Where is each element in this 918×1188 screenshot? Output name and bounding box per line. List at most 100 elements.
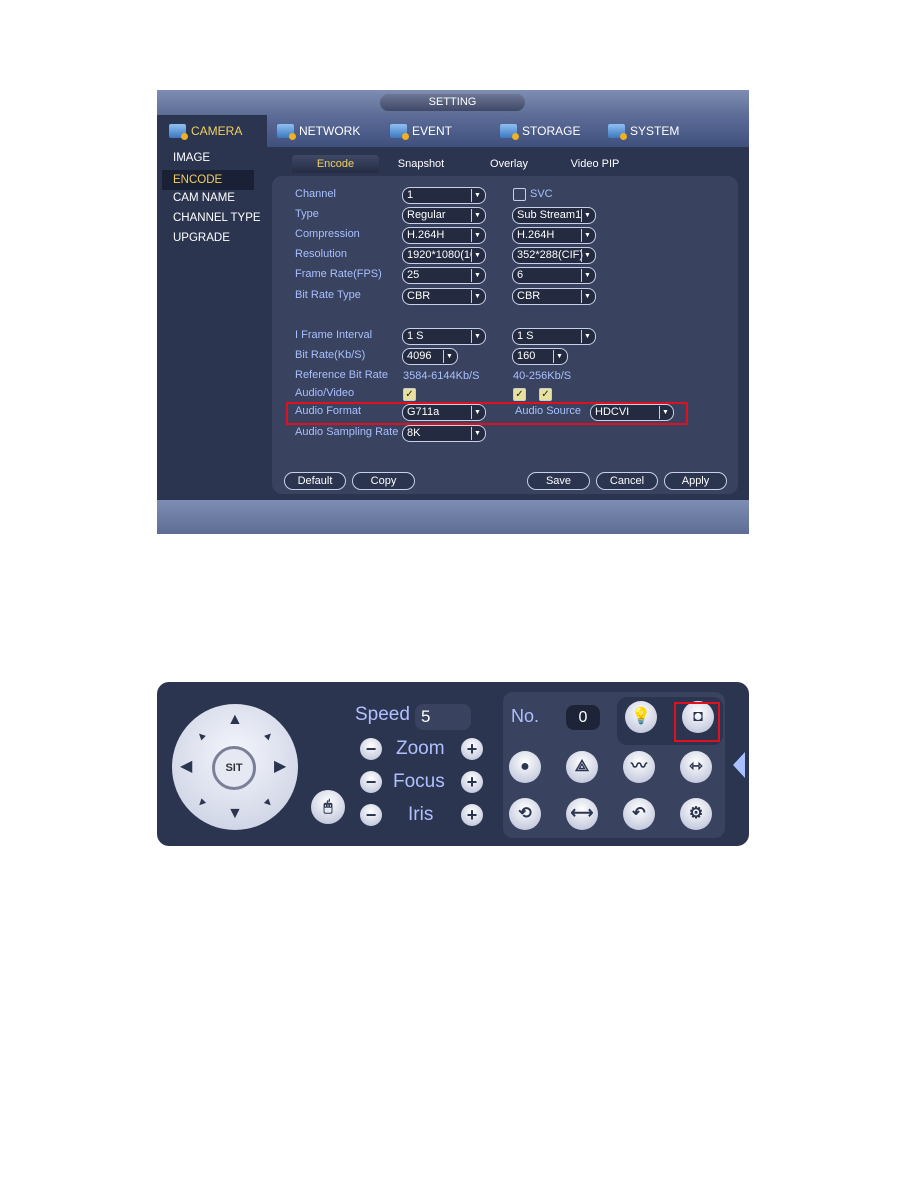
bit-rate-main-dropdown[interactable]: 4096 ▼ (402, 348, 458, 365)
collapse-arrow-icon[interactable] (733, 752, 745, 778)
arrow-up-left-icon[interactable]: ▲ (192, 726, 211, 745)
ref-bit-rate-main: 3584-6144Kb/S (403, 370, 480, 382)
focus-plus-button[interactable]: + (461, 771, 483, 793)
audio-sampling-dropdown[interactable]: 8K ▼ (402, 425, 486, 442)
tab-storage[interactable]: STORAGE (500, 115, 580, 147)
dropdown-value: H.264H (407, 229, 445, 241)
flip-icon[interactable]: ↶ (623, 798, 655, 830)
menu-upgrade[interactable]: UPGRADE (173, 232, 230, 244)
iris-minus-button[interactable]: − (360, 804, 382, 826)
label-i-frame: I Frame Interval (295, 329, 373, 341)
compression-sub-dropdown[interactable]: H.264H ▼ (512, 227, 596, 244)
i-frame-main-dropdown[interactable]: 1 S ▼ (402, 328, 486, 345)
pattern-icon[interactable]: 〰 (623, 751, 655, 783)
dropdown-value: 25 (407, 269, 420, 281)
compression-main-dropdown[interactable]: H.264H ▼ (402, 227, 486, 244)
dropdown-value: 1920*1080(10 (407, 249, 477, 261)
storage-icon (500, 124, 519, 140)
ref-bit-rate-sub: 40-256Kb/S (513, 370, 572, 382)
mouse-icon[interactable]: 🖱 (311, 790, 345, 824)
subtab-video-pip[interactable]: Video PIP (563, 155, 627, 173)
light-icon[interactable]: 💡 (625, 701, 657, 733)
menu-encode[interactable]: ENCODE (162, 170, 254, 190)
preset-icon[interactable]: ● (509, 751, 541, 783)
frame-rate-main-dropdown[interactable]: 25 ▼ (402, 267, 486, 284)
tab-event[interactable]: EVENT (390, 115, 452, 147)
dropdown-value: 1 (407, 189, 414, 201)
arrow-up-right-icon[interactable]: ▲ (259, 726, 278, 745)
arrow-up-icon[interactable]: ▲ (227, 712, 243, 728)
svc-checkbox[interactable] (513, 188, 526, 201)
i-frame-sub-dropdown[interactable]: 1 S ▼ (512, 328, 596, 345)
iris-plus-button[interactable]: + (461, 804, 483, 826)
no-label: No. (511, 706, 540, 726)
channel-dropdown[interactable]: 1 ▼ (402, 187, 486, 204)
subtab-snapshot[interactable]: Snapshot (389, 155, 453, 173)
tab-network[interactable]: NETWORK (277, 115, 360, 147)
label-bit-rate-type: Bit Rate Type (295, 289, 361, 301)
type-main-dropdown[interactable]: Regular ▼ (402, 207, 486, 224)
zoom-minus-button[interactable]: − (360, 738, 382, 760)
chevron-down-icon: ▼ (581, 249, 593, 262)
bit-rate-sub-dropdown[interactable]: 160 ▼ (512, 348, 568, 365)
wiper-highlight-box (674, 702, 720, 742)
speed-input[interactable]: 5 (415, 704, 471, 730)
pan-icon[interactable]: ⟷ (566, 798, 598, 830)
chevron-down-icon: ▼ (553, 350, 565, 363)
type-sub-dropdown[interactable]: Sub Stream1 ▼ (512, 207, 596, 224)
iris-label: Iris (408, 804, 434, 825)
subtab-encode[interactable]: Encode (292, 155, 379, 173)
menu-channel-type[interactable]: CHANNEL TYPE (173, 212, 261, 224)
scan-icon[interactable]: ⇿ (680, 751, 712, 783)
network-icon (277, 124, 296, 140)
resolution-main-dropdown[interactable]: 1920*1080(10 ▼ (402, 247, 486, 264)
tour-icon[interactable]: ⟁ (566, 751, 598, 783)
label-resolution: Resolution (295, 248, 347, 260)
arrow-down-icon[interactable]: ▼ (227, 806, 243, 822)
apply-button[interactable]: Apply (664, 472, 727, 490)
arrow-left-icon[interactable]: ◀ (180, 759, 192, 775)
bit-rate-type-sub-dropdown[interactable]: CBR ▼ (512, 288, 596, 305)
chevron-down-icon: ▼ (581, 269, 593, 282)
settings-icon[interactable]: ⚙ (680, 798, 712, 830)
sit-button[interactable]: SIT (212, 746, 256, 790)
ptz-control-screenshot: ▲ ▼ ◀ ▶ ▲ ▲ ▼ ▼ SIT Speed 5 − Zoom + − F… (157, 682, 749, 846)
label-bit-rate: Bit Rate(Kb/S) (295, 349, 366, 361)
audio-video-sub2-checkbox[interactable]: ✓ (539, 388, 552, 401)
chevron-down-icon: ▼ (471, 189, 483, 202)
direction-pad[interactable]: ▲ ▼ ◀ ▶ ▲ ▲ ▼ ▼ SIT (172, 704, 298, 830)
dropdown-value: 1 S (407, 330, 424, 342)
menu-image[interactable]: IMAGE (173, 152, 210, 164)
label-svc: SVC (530, 188, 553, 200)
chevron-down-icon: ▼ (581, 209, 593, 222)
dropdown-value: 4096 (407, 350, 432, 362)
default-button[interactable]: Default (284, 472, 346, 490)
menu-cam-name[interactable]: CAM NAME (173, 192, 235, 204)
rotate-icon[interactable]: ⟲ (509, 798, 541, 830)
cancel-button[interactable]: Cancel (596, 472, 658, 490)
audio-video-sub1-checkbox[interactable]: ✓ (513, 388, 526, 401)
arrow-down-left-icon[interactable]: ▼ (192, 793, 211, 812)
frame-rate-sub-dropdown[interactable]: 6 ▼ (512, 267, 596, 284)
tab-system[interactable]: SYSTEM (608, 115, 679, 147)
no-value[interactable]: 0 (566, 705, 600, 730)
audio-video-main-checkbox[interactable]: ✓ (403, 388, 416, 401)
audio-highlight-box (286, 402, 688, 425)
arrow-down-right-icon[interactable]: ▼ (259, 793, 278, 812)
resolution-sub-dropdown[interactable]: 352*288(CIF) ▼ (512, 247, 596, 264)
label-audio-video: Audio/Video (295, 387, 355, 399)
speed-label: Speed (355, 704, 410, 725)
label-type: Type (295, 208, 319, 220)
bit-rate-type-main-dropdown[interactable]: CBR ▼ (402, 288, 486, 305)
copy-button[interactable]: Copy (352, 472, 415, 490)
tab-camera[interactable]: CAMERA (157, 115, 267, 147)
subtab-overlay[interactable]: Overlay (479, 155, 539, 173)
arrow-right-icon[interactable]: ▶ (274, 759, 286, 775)
zoom-plus-button[interactable]: + (461, 738, 483, 760)
label-compression: Compression (295, 228, 360, 240)
save-button[interactable]: Save (527, 472, 590, 490)
focus-label: Focus (393, 771, 445, 792)
focus-minus-button[interactable]: − (360, 771, 382, 793)
dropdown-value: 6 (517, 269, 524, 281)
chevron-down-icon: ▼ (581, 330, 593, 343)
